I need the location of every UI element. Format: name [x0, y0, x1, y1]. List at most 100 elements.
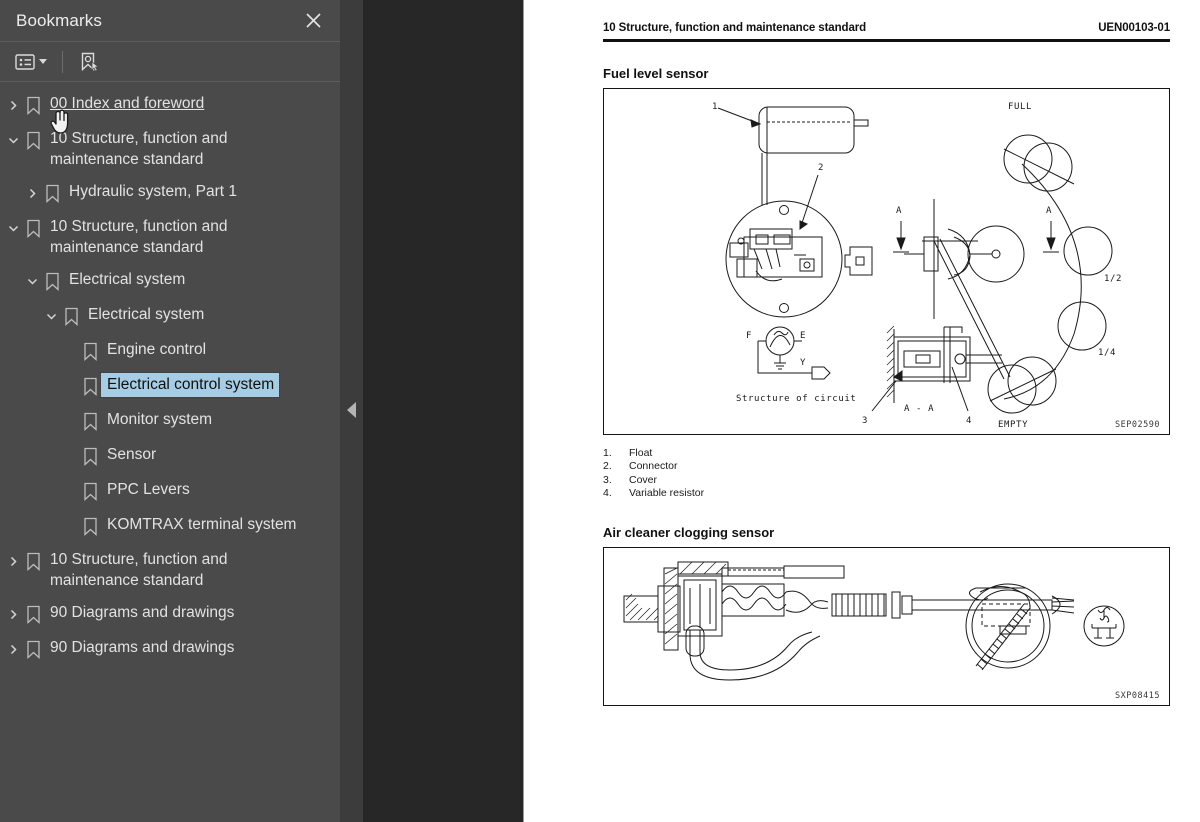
figure-fuel-level-sensor: 1 2 A A FULL 1/2 1/4 EMPTY F E Y Structu…: [603, 87, 1170, 435]
bookmark-item[interactable]: PPC Levers: [0, 474, 340, 509]
section-title-fuel-level-sensor: Fuel level sensor: [603, 65, 709, 81]
legend-text: Cover: [629, 473, 658, 486]
document-viewer: 10 Structure, function and maintenance s…: [363, 0, 1200, 822]
chevron-right-icon[interactable]: [4, 638, 22, 660]
bookmark-item[interactable]: 90 Diagrams and drawings: [0, 632, 340, 667]
bookmarks-panel-header: Bookmarks: [0, 0, 340, 42]
new-bookmark-icon: [81, 52, 99, 71]
bookmarks-tree[interactable]: 00 Index and foreword 10 Structure, funct…: [0, 82, 340, 822]
bookmark-item[interactable]: Engine control: [0, 334, 340, 369]
toolbar-divider: [62, 50, 63, 73]
callout-2-label: 2: [818, 163, 824, 173]
bookmark-icon: [22, 129, 44, 151]
chevron-down-icon: [39, 59, 47, 64]
float-quarter-label: 1/4: [1098, 348, 1116, 358]
bookmark-label: 10 Structure, function and maintenance s…: [50, 551, 228, 589]
indicator-dial: [965, 583, 1051, 670]
chevron-down-icon[interactable]: [4, 129, 22, 151]
legend-row: 4. Variable resistor: [603, 487, 1170, 501]
bookmark-item[interactable]: Sensor: [0, 439, 340, 474]
bookmark-icon: [22, 638, 44, 660]
legend-number: 3.: [603, 473, 612, 486]
bookmark-item[interactable]: Electrical system: [0, 299, 340, 334]
panel-splitter[interactable]: [340, 0, 363, 822]
figure-air-cleaner-clogging-sensor: SXP08415: [603, 546, 1170, 706]
bookmark-label: 10 Structure, function and maintenance s…: [50, 218, 228, 256]
bookmark-icon: [60, 305, 82, 327]
bookmark-label: Hydraulic system, Part 1: [69, 183, 237, 200]
legend-text: Float: [629, 446, 653, 459]
bookmark-icon: [41, 270, 63, 292]
close-icon[interactable]: [300, 8, 326, 34]
bookmark-item[interactable]: Electrical control system: [0, 369, 340, 404]
bookmark-icon: [79, 375, 101, 397]
bookmark-label: 00 Index and foreword: [50, 95, 205, 112]
bookmark-icon: [79, 445, 101, 467]
circuit-caption: Structure of circuit: [736, 394, 856, 404]
bookmark-icon: [79, 340, 101, 362]
bookmark-icon: [22, 550, 44, 572]
figure2-code: SXP08415: [1115, 690, 1160, 701]
float-half-label: 1/2: [1104, 274, 1122, 284]
callout-1-label: 1: [712, 102, 718, 112]
bookmark-icon: [22, 217, 44, 239]
bookmark-item[interactable]: Hydraulic system, Part 1: [0, 176, 340, 211]
bookmarks-toolbar: [0, 42, 340, 82]
float-empty-label: EMPTY: [998, 420, 1028, 430]
legend-row: 1. Float: [603, 447, 1170, 461]
page-header-rule: [603, 39, 1170, 42]
chevron-right-icon[interactable]: [4, 550, 22, 572]
bookmark-item[interactable]: KOMTRAX terminal system: [0, 509, 340, 544]
bookmark-label: Engine control: [107, 341, 207, 358]
bookmark-item[interactable]: Monitor system: [0, 404, 340, 439]
bookmark-label: Electrical system: [88, 306, 205, 323]
bookmark-item[interactable]: 90 Diagrams and drawings: [0, 597, 340, 632]
legend-row: 3. Cover: [603, 474, 1170, 488]
chevron-right-icon[interactable]: [4, 94, 22, 116]
bookmark-item[interactable]: 10 Structure, function and maintenance s…: [0, 211, 340, 264]
chevron-down-icon[interactable]: [23, 270, 41, 292]
chevron-right-icon[interactable]: [23, 182, 41, 204]
terminal-e-label: E: [800, 331, 806, 341]
bookmark-item[interactable]: Electrical system: [0, 264, 340, 299]
bookmark-item[interactable]: 00 Index and foreword: [0, 88, 340, 123]
bookmark-icon: [79, 410, 101, 432]
clogging-circuit-symbol: [1083, 605, 1125, 646]
bookmark-label: 10 Structure, function and maintenance s…: [50, 130, 228, 168]
section-arrow-a-left-label: A: [896, 206, 902, 216]
bookmark-icon: [41, 182, 63, 204]
legend-text: Connector: [629, 460, 678, 472]
bookmark-label: 90 Diagrams and drawings: [50, 639, 235, 656]
section-title-air-cleaner-clogging-sensor: Air cleaner clogging sensor: [603, 524, 775, 540]
fuel-level-sensor-drawing: 1 2 A A FULL 1/2 1/4 EMPTY F E Y Structu…: [712, 102, 1122, 430]
bookmarks-panel: Bookmarks 00 Index and foreword 10 Struc…: [0, 0, 340, 822]
section-aa-label: A - A: [904, 404, 934, 414]
page-header-left: 10 Structure, function and maintenance s…: [603, 22, 867, 34]
page-header-right: UEN00103-01: [1098, 22, 1170, 34]
close-glyph: [305, 13, 321, 28]
bookmark-item[interactable]: 10 Structure, function and maintenance s…: [0, 544, 340, 597]
bookmark-icon: [22, 603, 44, 625]
collapse-left-icon[interactable]: [347, 402, 356, 418]
legend-number: 2.: [603, 460, 612, 472]
bookmark-item[interactable]: 10 Structure, function and maintenance s…: [0, 123, 340, 176]
circuit-structure-diagram: F E Y Structure of circuit: [736, 326, 856, 404]
figure1-legend: 1. Float 2. Connector 3. Cover 4. Variable resi…: [603, 447, 1170, 501]
cable-boot: [831, 593, 887, 616]
connector-detail: [844, 246, 873, 275]
bookmarks-panel-title: Bookmarks: [16, 10, 102, 30]
chevron-right-icon[interactable]: [4, 603, 22, 625]
new-bookmark-button[interactable]: [73, 48, 105, 76]
list-options-button[interactable]: [10, 48, 52, 76]
chevron-down-icon[interactable]: [4, 217, 22, 239]
terminal-f-label: F: [746, 331, 752, 341]
bookmark-icon: [79, 480, 101, 502]
chevron-down-icon[interactable]: [42, 305, 60, 327]
figure1-code: SEP02590: [1115, 419, 1160, 430]
legend-number: 1.: [603, 446, 612, 459]
callout-3-label: 3: [862, 416, 868, 426]
page-running-head: 10 Structure, function and maintenance s…: [603, 22, 1170, 34]
bookmark-label: 90 Diagrams and drawings: [50, 604, 235, 621]
bookmark-icon: [79, 515, 101, 537]
float-full-label: FULL: [1008, 102, 1032, 112]
